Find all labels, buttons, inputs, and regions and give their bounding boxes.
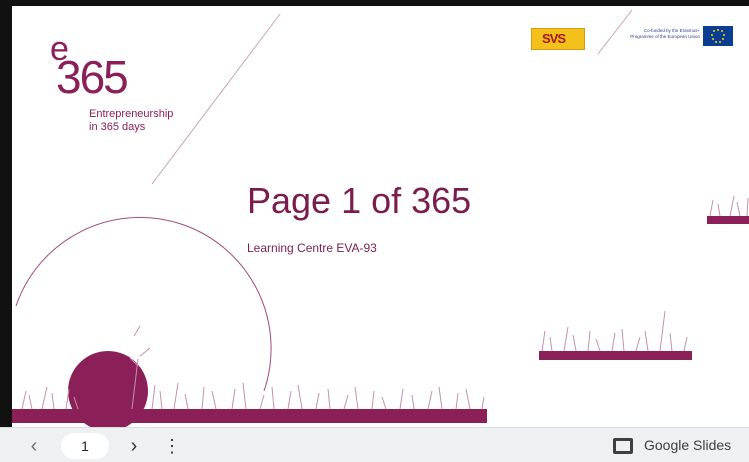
viewer-toolbar: ‹ 1 › ⋮ Google Slides: [0, 427, 749, 462]
logo-tagline-line1: Entrepreneurship: [89, 108, 174, 120]
logo-tagline: Entrepreneurship in 365 days: [89, 108, 209, 134]
partner-logo: SVS: [531, 28, 585, 50]
slide-title: Page 1 of 365: [247, 180, 472, 221]
more-vert-icon[interactable]: ⋮: [160, 434, 184, 458]
left-border: [0, 0, 12, 427]
chevron-right-icon[interactable]: ›: [122, 434, 146, 458]
eu-flag-icon: [703, 26, 733, 46]
slide-canvas: e 365 Entrepreneurship in 365 days SVS C…: [12, 6, 749, 427]
slides-icon[interactable]: [613, 438, 633, 454]
embedded-slides-viewer: e 365 Entrepreneurship in 365 days SVS C…: [0, 0, 749, 462]
partner-logo-text: SVS: [542, 31, 566, 46]
logo-number: 365: [56, 51, 129, 103]
page-number-input[interactable]: 1: [61, 433, 109, 459]
brand-label[interactable]: Google Slides: [644, 437, 731, 453]
chevron-left-icon[interactable]: ‹: [22, 434, 46, 458]
eu-funding-text: Co-funded by the Erasmus+ Programme of t…: [630, 28, 700, 39]
logo-tagline-line2: in 365 days: [89, 121, 146, 133]
slide-subtitle: Learning Centre EVA-93: [247, 241, 377, 255]
